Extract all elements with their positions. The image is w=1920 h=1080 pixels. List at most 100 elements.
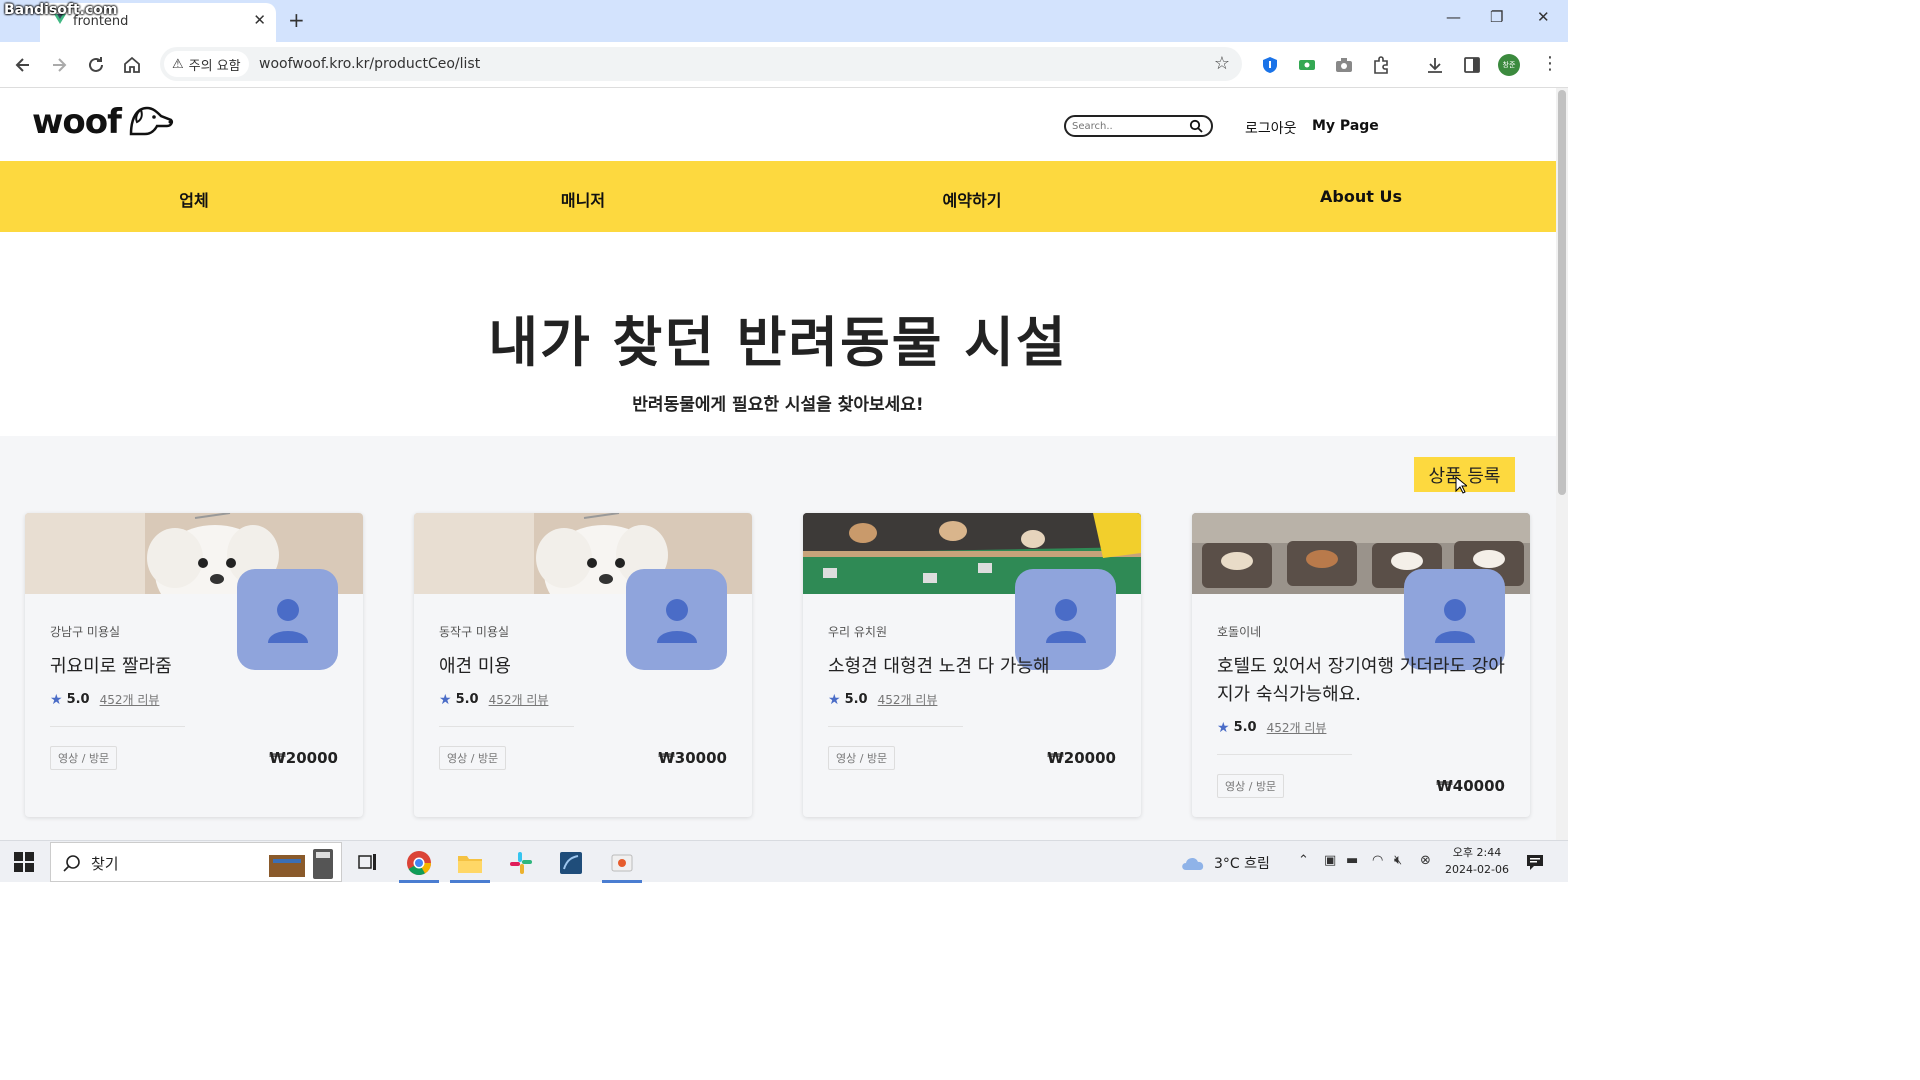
main-nav: 업체 매니저 예약하기 About Us (0, 161, 1556, 232)
tray-expand-icon[interactable]: ⌃ (1298, 853, 1309, 868)
warning-icon: ⚠ (172, 56, 184, 72)
card-rating: ★ 5.0 452개 리뷰 (50, 691, 159, 708)
windows-taskbar: 찾기 3°C 흐림 ⌃ ▣ ▬ ◠ 🔇︎ ⊗ 오후 2:44 2024-02-0… (0, 840, 1568, 883)
card-title: 소형견 대형견 노견 다 가능해 (828, 656, 1050, 677)
product-card[interactable]: 우리 유치원 소형견 대형견 노견 다 가능해 ★ 5.0 452개 리뷰 영상… (803, 513, 1141, 817)
review-count-link[interactable]: 452개 리뷰 (100, 691, 160, 708)
nav-item-reservation[interactable]: 예약하기 (943, 187, 1002, 211)
browser-tab-strip: frontend ✕ + — ❐ ✕ (0, 0, 1568, 42)
tab-close-icon[interactable]: ✕ (253, 11, 266, 29)
search-input[interactable] (1072, 118, 1184, 134)
logout-link[interactable]: 로그아웃 (1245, 118, 1297, 138)
card-category: 강남구 미용실 (50, 625, 121, 639)
home-icon[interactable] (121, 54, 143, 76)
rating-score: 5.0 (66, 692, 90, 707)
search-icon[interactable] (1189, 119, 1203, 133)
site-search-box[interactable] (1064, 115, 1213, 137)
shield-extension-icon[interactable] (1260, 55, 1280, 75)
notification-center-icon[interactable] (1525, 853, 1545, 871)
hero-subtitle: 반려동물에게 필요한 시설을 찾아보세요! (632, 395, 924, 415)
address-bar[interactable]: ⚠ 주의 요함 woofwoof.kro.kr/productCeo/list … (160, 47, 1242, 81)
camera-extension-icon[interactable] (1334, 55, 1354, 75)
card-category: 호돌이네 (1217, 625, 1262, 639)
profile-avatar[interactable]: 창준 (1498, 54, 1520, 76)
clock-time: 오후 2:44 (1452, 846, 1502, 859)
battery-icon[interactable]: ▬ (1346, 853, 1358, 868)
card-service-tag: 영상 / 방문 (50, 746, 118, 770)
dog-logo-icon (129, 106, 174, 136)
taskbar-weather[interactable]: 3°C 흐림 (1180, 853, 1270, 873)
bookmark-star-icon[interactable]: ☆ (1214, 53, 1230, 74)
site-logo[interactable]: woof (32, 102, 174, 142)
review-count-link[interactable]: 452개 리뷰 (878, 691, 938, 708)
card-rating: ★ 5.0 452개 리뷰 (439, 691, 548, 708)
windows-start-icon[interactable] (14, 852, 34, 872)
taskbar-mysql-workbench[interactable] (547, 847, 595, 879)
rating-score: 5.0 (1233, 720, 1257, 735)
nav-item-companies[interactable]: 업체 (179, 187, 208, 211)
restore-button[interactable]: ❐ (1490, 8, 1503, 26)
volume-muted-icon[interactable]: 🔇︎ (1394, 853, 1402, 868)
watermark: Bandisoft.com (4, 2, 118, 18)
recorder-app-icon (611, 854, 633, 872)
page-scrollbar[interactable] (1556, 88, 1568, 840)
card-rating: ★ 5.0 452개 리뷰 (828, 691, 937, 708)
card-rating: ★ 5.0 452개 리뷰 (1217, 719, 1326, 736)
reload-icon[interactable] (85, 54, 107, 76)
product-card[interactable]: 동작구 미용실 애견 미용 ★ 5.0 452개 리뷰 영상 / 방문 ₩300… (414, 513, 752, 817)
taskbar-file-explorer[interactable] (446, 847, 494, 883)
review-count-link[interactable]: 452개 리뷰 (1267, 719, 1327, 736)
product-list-area: 상품 등록 강남구 미용실 귀요미로 짤라줌 ★ 5.0 452개 리뷰 영상 … (0, 436, 1556, 840)
rating-score: 5.0 (844, 692, 868, 707)
taskbar-search-text: 찾기 (91, 855, 119, 873)
card-divider (1217, 754, 1352, 755)
tray-device-icon[interactable]: ▣ (1324, 853, 1336, 868)
taskbar-bandicam[interactable] (598, 847, 646, 883)
mypage-link[interactable]: My Page (1312, 118, 1379, 134)
logo-text: woof (32, 102, 122, 142)
tray-status-icon[interactable]: ⊗ (1420, 853, 1431, 868)
minimize-button[interactable]: — (1446, 8, 1461, 26)
card-divider (439, 726, 574, 727)
product-card[interactable]: 호돌이네 호텔도 있어서 장기여행 가더라도 강아지가 숙식가능해요. ★ 5.… (1192, 513, 1530, 817)
scrollbar-thumb[interactable] (1558, 90, 1566, 495)
taskbar-search-box[interactable]: 찾기 (50, 842, 342, 882)
card-divider (828, 726, 963, 727)
download-icon[interactable] (1425, 55, 1445, 75)
nav-item-about-us[interactable]: About Us (1320, 187, 1402, 206)
back-icon[interactable] (12, 54, 34, 76)
card-title: 호텔도 있어서 장기여행 가더라도 강아지가 숙식가능해요. (1217, 656, 1505, 705)
star-icon: ★ (50, 691, 63, 708)
card-divider (50, 726, 185, 727)
nav-item-managers[interactable]: 매니저 (561, 187, 605, 211)
folder-icon (458, 856, 482, 873)
taskbar-slack[interactable] (497, 847, 545, 879)
forward-icon[interactable] (48, 54, 70, 76)
extensions-puzzle-icon[interactable] (1371, 55, 1391, 75)
rating-score: 5.0 (455, 692, 479, 707)
mouse-cursor-icon (1455, 476, 1467, 494)
star-icon: ★ (828, 691, 841, 708)
search-icon (63, 855, 80, 872)
card-service-tag: 영상 / 방문 (828, 746, 896, 770)
card-service-tag: 영상 / 방문 (1217, 774, 1285, 798)
money-extension-icon[interactable] (1297, 55, 1317, 75)
browser-menu-icon[interactable]: ⋮ (1541, 53, 1559, 74)
security-warning-chip[interactable]: ⚠ 주의 요함 (164, 51, 249, 77)
cloud-icon (1182, 857, 1204, 870)
security-chip-label: 주의 요함 (188, 58, 241, 74)
product-card[interactable]: 강남구 미용실 귀요미로 짤라줌 ★ 5.0 452개 리뷰 영상 / 방문 ₩… (25, 513, 363, 817)
star-icon: ★ (439, 691, 452, 708)
wifi-icon[interactable]: ◠ (1372, 853, 1383, 868)
card-price: ₩20000 (1047, 749, 1116, 767)
search-highlight-image (269, 849, 333, 879)
new-tab-button[interactable]: + (288, 8, 305, 32)
browser-toolbar: ⚠ 주의 요함 woofwoof.kro.kr/productCeo/list … (0, 42, 1568, 88)
task-view-icon[interactable] (358, 853, 378, 871)
taskbar-clock[interactable]: 오후 2:44 2024-02-06 (1444, 844, 1510, 878)
side-panel-icon[interactable] (1462, 55, 1482, 75)
taskbar-chrome[interactable] (395, 847, 443, 883)
slack-icon (510, 852, 532, 874)
close-window-button[interactable]: ✕ (1537, 8, 1550, 26)
review-count-link[interactable]: 452개 리뷰 (489, 691, 549, 708)
